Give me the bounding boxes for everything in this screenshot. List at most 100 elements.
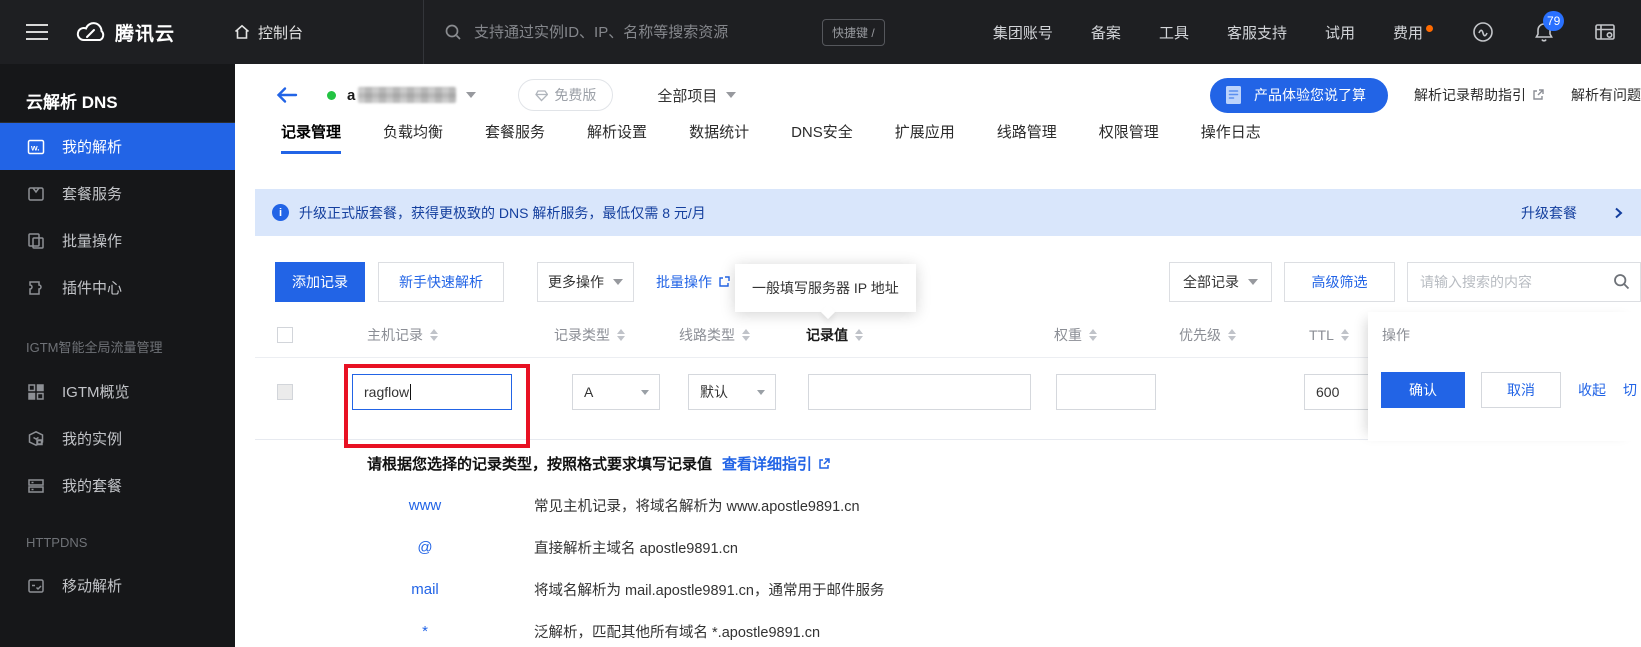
fee-dot (1426, 24, 1433, 32)
batch-ops-link[interactable]: 批量操作 (656, 272, 731, 292)
col-priority[interactable]: 优先级 (1165, 325, 1290, 345)
tab-record-management[interactable]: 记录管理 (281, 121, 342, 154)
console-settings-icon[interactable] (1593, 20, 1617, 44)
example-host-link[interactable]: mail (385, 581, 465, 598)
collapse-link[interactable]: 收起 (1578, 380, 1606, 400)
sidebar-item-batch-ops[interactable]: 批量操作 (0, 217, 235, 264)
weight-input[interactable] (1056, 374, 1156, 410)
external-link-icon (819, 457, 830, 469)
example-host-link[interactable]: * (385, 623, 465, 640)
nav-support[interactable]: 客服支持 (1227, 22, 1287, 43)
sort-icon[interactable] (855, 328, 863, 341)
sort-icon[interactable] (742, 328, 750, 341)
sidebar-item-plugin-center[interactable]: 插件中心 (0, 264, 235, 311)
record-type-select[interactable]: A (572, 374, 660, 410)
line-type-select[interactable]: 默认 (688, 374, 776, 410)
example-host-link[interactable]: www (385, 497, 465, 514)
tab-dns-security[interactable]: DNS安全 (791, 121, 853, 154)
upgrade-banner: i 升级正式版套餐，获得更极致的 DNS 解析服务，最低仅需 8 元/月 升级套… (255, 189, 1641, 236)
record-filter-select[interactable]: 全部记录 (1169, 262, 1272, 302)
sort-icon[interactable] (1089, 328, 1097, 341)
col-weight[interactable]: 权重 (1040, 325, 1165, 345)
sidebar-item-plan-service[interactable]: 套餐服务 (0, 170, 235, 217)
col-operation: 操作 (1382, 327, 1410, 343)
console-link[interactable]: 控制台 (233, 22, 303, 43)
sidebar-title: 云解析 DNS (26, 93, 118, 112)
record-value-input[interactable] (808, 374, 1031, 410)
global-search[interactable]: 快捷键 / (444, 18, 885, 46)
col-value[interactable]: 记录值 (790, 325, 1040, 345)
nav-org-account[interactable]: 集团账号 (993, 22, 1053, 43)
upgrade-plan-link[interactable]: 升级套餐 (1521, 203, 1577, 223)
nav-icp[interactable]: 备案 (1091, 22, 1121, 43)
chevron-down-icon (726, 92, 737, 98)
tab-line-management[interactable]: 线路管理 (997, 121, 1057, 154)
assistant-icon[interactable] (1471, 20, 1495, 44)
quick-setup-button[interactable]: 新手快速解析 (378, 262, 504, 302)
nav-tools[interactable]: 工具 (1159, 22, 1189, 43)
sort-icon[interactable] (617, 328, 625, 341)
advanced-filter-button[interactable]: 高级筛选 (1284, 262, 1395, 302)
detail-guide-link[interactable]: 查看详细指引 (722, 453, 831, 474)
plan-badge: 免费版 (518, 79, 614, 111)
brand-logo[interactable]: 腾讯云 (76, 19, 175, 46)
search-icon[interactable] (1613, 273, 1630, 290)
help-example-row: * 泛解析，匹配其他所有域名 *.apostle9891.cn (367, 621, 1641, 642)
record-toolbar: 添加记录 新手快速解析 更多操作 批量操作 一般填写服务器 IP 地址 全部记录… (255, 262, 1641, 312)
confirm-button[interactable]: 确认 (1381, 372, 1465, 408)
chevron-down-icon[interactable] (466, 92, 477, 98)
notification-count-badge: 79 (1543, 11, 1565, 31)
sort-icon[interactable] (1340, 328, 1349, 341)
menu-icon[interactable] (0, 24, 70, 40)
nav-fee[interactable]: 费用 (1393, 22, 1433, 43)
ttl-input[interactable] (1304, 374, 1376, 410)
record-value-help: 请根据您选择的记录类型，按照格式要求填写记录值 查看详细指引 www 常见主机记… (255, 440, 1641, 642)
add-record-button[interactable]: 添加记录 (275, 262, 365, 302)
tab-dns-settings[interactable]: 解析设置 (587, 121, 647, 154)
cancel-button[interactable]: 取消 (1481, 372, 1561, 408)
tab-statistics[interactable]: 数据统计 (689, 121, 749, 154)
info-icon: i (272, 204, 289, 221)
switch-link-clipped[interactable]: 切 (1623, 380, 1637, 400)
global-search-input[interactable] (474, 23, 775, 41)
host-record-input[interactable]: ragflow (352, 374, 512, 410)
divider (423, 0, 425, 64)
tab-extensions[interactable]: 扩展应用 (895, 121, 955, 154)
notifications-bell-icon[interactable]: 79 (1533, 11, 1565, 43)
chevron-down-icon (757, 389, 765, 395)
tab-permissions[interactable]: 权限管理 (1099, 121, 1159, 154)
sidebar-item-mobile-dns[interactable]: 移动解析 (0, 562, 235, 609)
col-host[interactable]: 主机记录 (315, 325, 540, 345)
sort-icon[interactable] (1228, 328, 1236, 341)
row-checkbox[interactable] (277, 384, 293, 400)
sidebar-section-httpdns: HTTPDNS (26, 535, 88, 550)
sidebar-item-my-instances[interactable]: 我的实例 (0, 415, 235, 462)
more-actions-button[interactable]: 更多操作 (537, 262, 634, 302)
sidebar-item-my-dns[interactable]: w. 我的解析 (0, 123, 235, 170)
feedback-button[interactable]: 产品体验您说了算 (1210, 77, 1388, 113)
chevron-right-icon[interactable] (1611, 206, 1625, 220)
chevron-down-icon (613, 279, 623, 285)
select-all-checkbox[interactable] (277, 326, 293, 343)
help-guide-link[interactable]: 解析记录帮助指引 (1414, 85, 1545, 105)
sidebar-item-my-plan[interactable]: 我的套餐 (0, 462, 235, 509)
operation-sticky-column: 操作 确认 取消 收起 切 (1368, 312, 1641, 441)
col-type[interactable]: 记录类型 (540, 325, 665, 345)
issue-link[interactable]: 解析有问题 (1571, 85, 1641, 105)
tab-plan-service[interactable]: 套餐服务 (485, 121, 545, 154)
nav-trial[interactable]: 试用 (1325, 22, 1355, 43)
record-search-input[interactable] (1407, 262, 1641, 302)
help-example-row: mail 将域名解析为 mail.apostle9891.cn，通常用于邮件服务 (367, 579, 1641, 600)
project-filter[interactable]: 全部项目 (657, 85, 737, 106)
col-line[interactable]: 线路类型 (665, 325, 790, 345)
sort-icon[interactable] (430, 328, 438, 341)
example-host-link[interactable]: @ (385, 539, 465, 556)
tab-operation-log[interactable]: 操作日志 (1201, 121, 1261, 154)
tab-load-balancing[interactable]: 负载均衡 (383, 121, 443, 154)
domain-selector[interactable]: a (347, 87, 457, 104)
domain-status-dot (327, 90, 336, 100)
chevron-down-icon (1248, 279, 1258, 285)
help-example-row: www 常见主机记录，将域名解析为 www.apostle9891.cn (367, 495, 1641, 516)
sidebar-item-igtm-overview[interactable]: IGTM概览 (0, 368, 235, 415)
back-arrow-icon[interactable] (275, 85, 299, 105)
